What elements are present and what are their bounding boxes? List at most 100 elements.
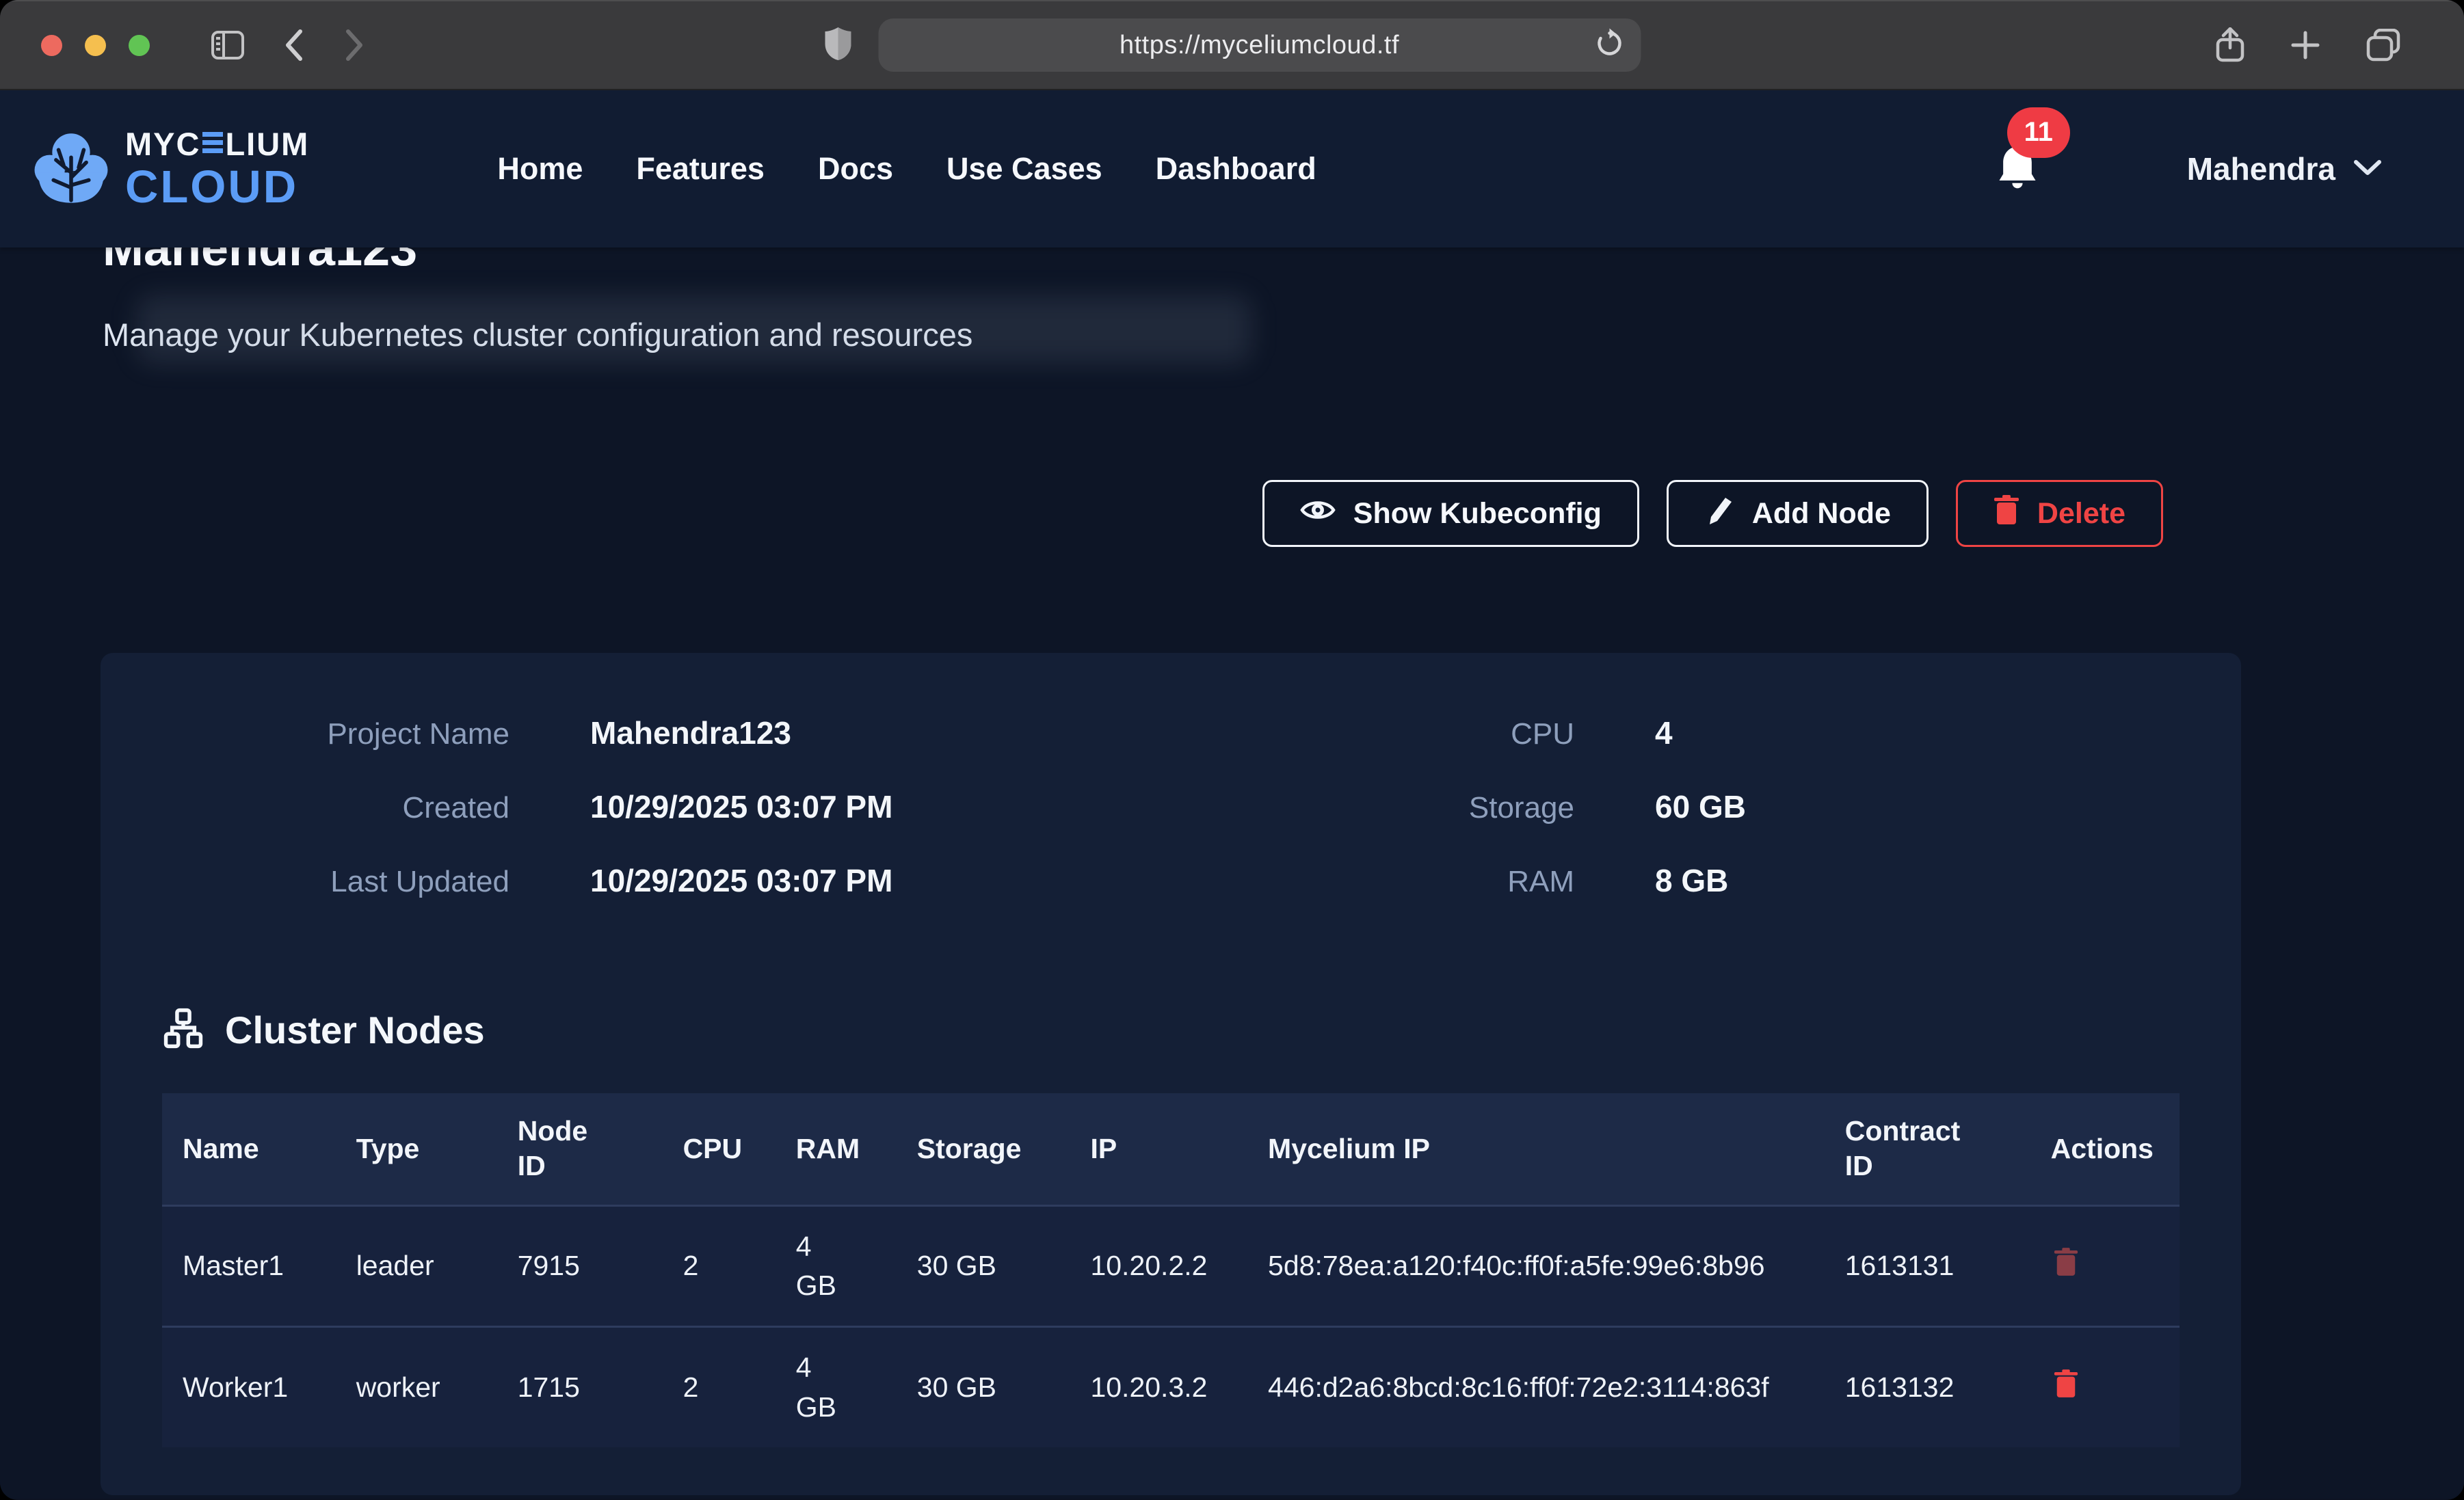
nav-links: Home Features Docs Use Cases Dashboard — [497, 151, 1316, 187]
notifications-button[interactable]: 11 — [1995, 143, 2040, 196]
cell-type: leader — [336, 1205, 497, 1327]
back-icon[interactable] — [284, 29, 304, 62]
reload-icon[interactable] — [1594, 29, 1624, 62]
table-row-worker1: Worker1 worker 1715 2 4 GB 30 GB 10.20.3… — [162, 1327, 2180, 1447]
col-header-name: Name — [162, 1093, 336, 1205]
brand-top-pre: MYC — [125, 128, 200, 160]
col-header-cpu: CPU — [663, 1093, 776, 1205]
ram-label: RAM — [1229, 865, 1574, 899]
page-subtitle: Manage your Kubernetes cluster configura… — [103, 316, 2361, 353]
eye-icon — [1300, 497, 1336, 531]
cell-storage: 30 GB — [897, 1327, 1070, 1447]
chevron-down-icon — [2353, 158, 2382, 180]
cluster-nodes-icon — [162, 1008, 204, 1052]
cell-mycelium-ip: 5d8:78ea:a120:f40c:ff0f:a5fe:99e6:8b96 — [1247, 1205, 1825, 1327]
minimize-window-button[interactable] — [85, 35, 106, 56]
brand-top-post: LIUM — [225, 128, 309, 160]
traffic-lights — [41, 35, 150, 56]
brand-wordmark: MYC LIUM CLOUD — [125, 128, 309, 210]
brand-bottom: CLOUD — [125, 164, 309, 210]
col-header-type: Type — [336, 1093, 497, 1205]
cluster-details-panel: Project Name Mahendra123 Created 10/29/2… — [101, 653, 2241, 1495]
add-node-button[interactable]: Add Node — [1667, 480, 1929, 547]
trash-icon — [1993, 494, 2019, 533]
brand-logo[interactable]: MYC LIUM CLOUD — [31, 128, 309, 210]
new-tab-icon[interactable] — [2290, 30, 2320, 60]
table-header-row: Name Type Node ID CPU RAM Storage IP Myc… — [162, 1093, 2180, 1205]
address-bar[interactable]: https://myceliumcloud.tf — [878, 18, 1641, 72]
bell-icon — [1995, 183, 2040, 195]
project-name-label: Project Name — [162, 717, 509, 751]
delete-node-button[interactable] — [2051, 1244, 2081, 1282]
col-header-node-id: Node ID — [497, 1093, 663, 1205]
cell-ip: 10.20.2.2 — [1070, 1205, 1247, 1327]
privacy-shield-icon[interactable] — [823, 26, 852, 65]
add-node-label: Add Node — [1752, 497, 1891, 531]
cluster-nodes-table: Name Type Node ID CPU RAM Storage IP Myc… — [162, 1093, 2180, 1447]
cluster-actions: Show Kubeconfig Add Node — [0, 480, 2163, 547]
cell-ram: 4 GB — [776, 1327, 897, 1447]
delete-cluster-button[interactable]: Delete — [1956, 480, 2163, 547]
sidebar-toggle-icon[interactable] — [211, 31, 244, 59]
ram-value: 8 GB — [1655, 862, 1728, 899]
cell-actions — [2030, 1327, 2180, 1447]
last-updated-label: Last Updated — [162, 865, 509, 899]
cell-node-id: 7915 — [497, 1205, 663, 1327]
show-kubeconfig-label: Show Kubeconfig — [1353, 497, 1602, 531]
share-icon[interactable] — [2215, 27, 2245, 63]
nav-link-dashboard[interactable]: Dashboard — [1156, 151, 1316, 187]
delete-label: Delete — [2037, 497, 2125, 531]
browser-window: https://myceliumcloud.tf — [0, 0, 2464, 1500]
cell-storage: 30 GB — [897, 1205, 1070, 1327]
mycelium-tree-icon — [31, 129, 111, 209]
delete-node-button[interactable] — [2051, 1366, 2081, 1404]
user-name: Mahendra — [2187, 150, 2335, 187]
cell-ip: 10.20.3.2 — [1070, 1327, 1247, 1447]
browser-titlebar: https://myceliumcloud.tf — [0, 0, 2464, 90]
col-header-contract-id: Contract ID — [1825, 1093, 2030, 1205]
cell-name: Master1 — [162, 1205, 336, 1327]
nav-link-home[interactable]: Home — [497, 151, 583, 187]
page-body: MYC LIUM CLOUD Home Features Docs Use Cas… — [0, 90, 2464, 1499]
user-menu[interactable]: Mahendra — [2187, 150, 2382, 187]
cell-cpu: 2 — [663, 1327, 776, 1447]
nav-link-use-cases[interactable]: Use Cases — [946, 151, 1102, 187]
show-kubeconfig-button[interactable]: Show Kubeconfig — [1262, 480, 1639, 547]
cell-contract-id: 1613132 — [1825, 1327, 2030, 1447]
forward-icon[interactable] — [344, 29, 365, 62]
created-label: Created — [162, 791, 509, 825]
cluster-nodes-heading: Cluster Nodes — [225, 1008, 485, 1052]
notification-count-badge: 11 — [2007, 107, 2070, 158]
url-text: https://myceliumcloud.tf — [1120, 31, 1399, 60]
cell-node-id: 1715 — [497, 1327, 663, 1447]
cell-cpu: 2 — [663, 1205, 776, 1327]
cell-mycelium-ip: 446:d2a6:8bcd:8c16:ff0f:72e2:3114:863f — [1247, 1327, 1825, 1447]
col-header-ip: IP — [1070, 1093, 1247, 1205]
cpu-label: CPU — [1229, 717, 1574, 751]
tabs-overview-icon[interactable] — [2366, 29, 2401, 62]
zoom-window-button[interactable] — [129, 35, 150, 56]
storage-label: Storage — [1229, 791, 1574, 825]
cell-actions — [2030, 1205, 2180, 1327]
col-header-mycelium-ip: Mycelium IP — [1247, 1093, 1825, 1205]
last-updated-value: 10/29/2025 03:07 PM — [590, 862, 892, 899]
cell-ram: 4 GB — [776, 1205, 897, 1327]
brand-e-glyph — [202, 132, 223, 157]
cell-contract-id: 1613131 — [1825, 1205, 2030, 1327]
close-window-button[interactable] — [41, 35, 62, 56]
table-row-master1: Master1 leader 7915 2 4 GB 30 GB 10.20.2… — [162, 1205, 2180, 1327]
cell-name: Worker1 — [162, 1327, 336, 1447]
col-header-ram: RAM — [776, 1093, 897, 1205]
cell-type: worker — [336, 1327, 497, 1447]
col-header-actions: Actions — [2030, 1093, 2180, 1205]
cluster-info: Project Name Mahendra123 Created 10/29/2… — [162, 714, 2180, 936]
created-value: 10/29/2025 03:07 PM — [590, 788, 892, 825]
project-name-value: Mahendra123 — [590, 714, 791, 751]
nav-link-features[interactable]: Features — [636, 151, 765, 187]
cpu-value: 4 — [1655, 714, 1673, 751]
col-header-storage: Storage — [897, 1093, 1070, 1205]
pencil-icon — [1704, 494, 1734, 533]
site-navbar: MYC LIUM CLOUD Home Features Docs Use Cas… — [0, 90, 2464, 247]
nav-link-docs[interactable]: Docs — [818, 151, 893, 187]
storage-value: 60 GB — [1655, 788, 1746, 825]
